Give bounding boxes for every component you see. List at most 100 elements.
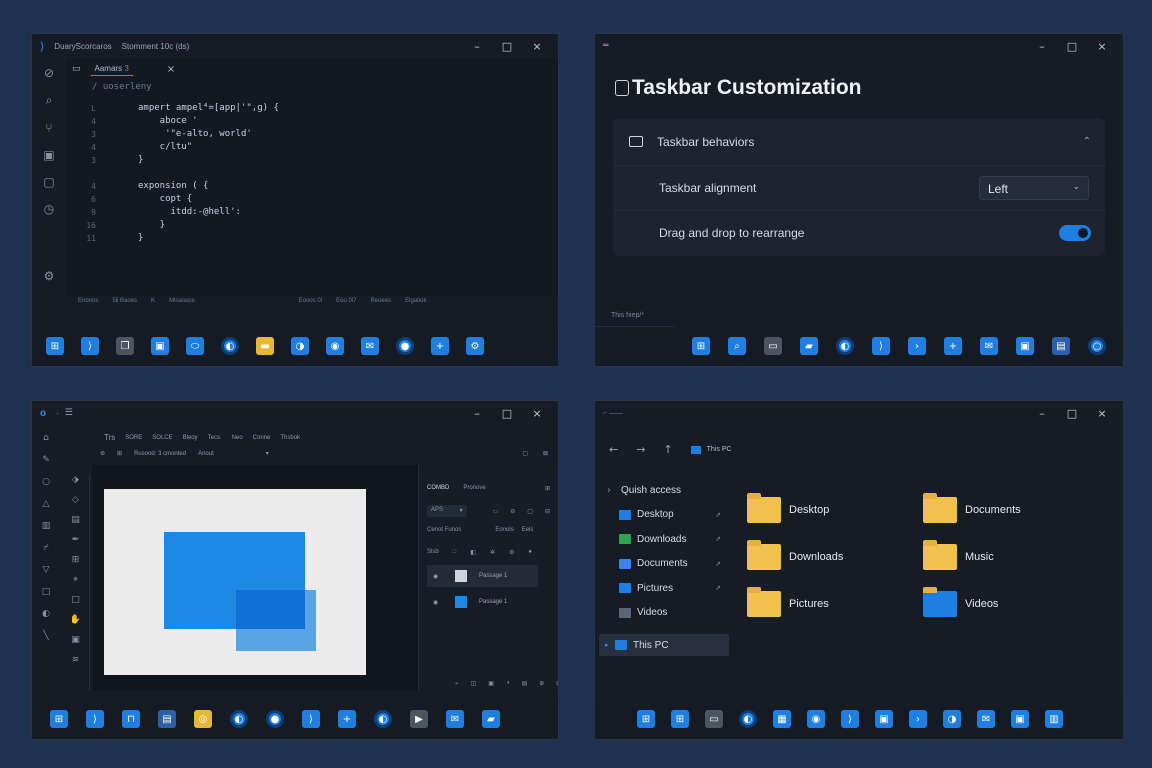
layer-sun-icon[interactable]: ✲ (490, 549, 495, 556)
frame-tool-icon[interactable]: ▤ (71, 515, 80, 525)
up-arrow-icon[interactable]: ↑ (663, 443, 672, 456)
explorer-title-bar[interactable]: ⌐ —— – □ × (595, 401, 1123, 425)
lock-icon[interactable]: ▭ (493, 508, 499, 515)
minimize-icon[interactable]: – (1027, 40, 1057, 53)
explorer-icon[interactable]: ⊘ (44, 66, 54, 80)
expand-arrow-icon[interactable]: ▸ (605, 641, 609, 649)
mail-icon[interactable]: ✉ (977, 710, 995, 728)
design-title-bar[interactable]: o · ☰ – □ × (32, 401, 558, 425)
footer-new-icon[interactable]: ⊕ (539, 680, 544, 687)
status-item[interactable]: Eoo 0l7 (336, 298, 356, 304)
minimize-icon[interactable]: – (462, 407, 492, 420)
store-icon[interactable]: ▣ (151, 337, 169, 355)
hand-tool-icon[interactable]: ✋ (70, 615, 81, 625)
nav-item[interactable]: Downloads ⇗ (603, 528, 727, 550)
select-tool-icon[interactable]: ⬗ (72, 475, 79, 485)
code-title-bar[interactable]: ⟩ DuaryScorcaros Stomment 10c (ds) – □ × (32, 34, 558, 58)
source-control-icon[interactable]: ⑂ (45, 121, 52, 135)
artboard[interactable] (104, 489, 366, 675)
nav-item[interactable]: Desktop ⇗ (603, 504, 727, 526)
minimize-icon[interactable]: – (462, 40, 492, 53)
grid-icon[interactable]: ⊞ (117, 450, 122, 457)
menu-item[interactable]: Trs (104, 433, 115, 442)
address-field[interactable]: This PC (690, 445, 732, 454)
terminal-icon[interactable]: › (909, 710, 927, 728)
monitor-icon[interactable]: ▭ (764, 337, 782, 355)
footer-frame-icon[interactable]: ▣ (488, 680, 494, 687)
maximize-icon[interactable]: □ (1057, 407, 1087, 420)
cortana-icon[interactable]: ○ (1088, 337, 1106, 355)
store-icon[interactable]: ▣ (875, 710, 893, 728)
pin-icon[interactable]: ⇗ (715, 535, 721, 543)
pin-icon[interactable]: ⇗ (715, 511, 721, 519)
alignment-dropdown[interactable]: Left ⌄ (979, 176, 1089, 200)
nav-this-pc[interactable]: ▸ This PC (599, 634, 729, 656)
edge-icon[interactable]: ◐ (230, 710, 248, 728)
layer-square-icon[interactable]: □ (453, 549, 457, 556)
menu-item[interactable]: Bleoy (183, 435, 198, 441)
pen-icon[interactable]: ✎ (42, 455, 50, 465)
pin-icon[interactable]: ⇗ (715, 560, 721, 568)
editor-area[interactable]: ▭ Aamars 3 × / uoserleny Lampert ampel⁴=… (66, 58, 558, 296)
nav-item[interactable]: Pictures ⇗ (603, 577, 727, 599)
vscode-icon[interactable]: ⟩ (81, 337, 99, 355)
minimize-icon[interactable]: – (1027, 407, 1057, 420)
fill-icon[interactable]: ◐ (42, 609, 50, 619)
chart-icon[interactable]: ▥ (42, 521, 51, 531)
forward-arrow-icon[interactable]: → (636, 443, 645, 456)
more-options-icon[interactable]: ⊠ (543, 450, 548, 457)
eye-icon[interactable]: ◉ (433, 599, 438, 606)
mail-icon[interactable]: ✉ (980, 337, 998, 355)
footer-trash-icon[interactable]: ⊟ (556, 680, 558, 687)
search-icon[interactable]: ⌕ (46, 93, 53, 108)
status-item[interactable]: Elgatiok (405, 298, 426, 304)
brush-icon[interactable]: ⌿ (43, 543, 48, 553)
files-icon[interactable]: ▬ (256, 337, 274, 355)
line-icon[interactable]: ╲ (43, 631, 48, 641)
vscode-icon[interactable]: ⟩ (872, 337, 890, 355)
record-icon[interactable]: ● (266, 710, 284, 728)
monitor-icon[interactable]: ▭ (705, 710, 723, 728)
edge-icon[interactable]: ◐ (374, 710, 392, 728)
square-icon[interactable]: □ (42, 587, 51, 597)
folder-icon[interactable]: ▰ (800, 337, 818, 355)
panel-more-icon[interactable]: ⊞ (545, 485, 550, 492)
footer-adjust-icon[interactable]: ◑ (506, 680, 510, 687)
vscode-icon[interactable]: ⟩ (86, 710, 104, 728)
plus-icon[interactable]: + (338, 710, 356, 728)
tab-active[interactable]: Aamars 3 (90, 62, 133, 76)
record-icon[interactable]: ● (396, 337, 414, 355)
comment-tool-icon[interactable]: ≋ (72, 655, 80, 665)
nav-item[interactable]: › Quish access (603, 479, 727, 501)
link-icon[interactable]: ⊖ (510, 508, 515, 515)
eyedropper-icon[interactable]: ⌖ (73, 575, 78, 585)
tab-pronove[interactable]: Pronove (463, 485, 485, 491)
folder-item[interactable]: Videos (923, 587, 998, 617)
folder-item[interactable]: Pictures (747, 587, 829, 617)
options-chevron-icon[interactable]: ▾ (266, 450, 269, 457)
folder-item[interactable]: Documents (923, 493, 1021, 523)
calendar-icon[interactable]: ▦ (773, 710, 791, 728)
devices-icon[interactable]: ▥ (1045, 710, 1063, 728)
status-item[interactable]: Reoees (370, 298, 391, 304)
footer-folder-icon[interactable]: ▤ (522, 680, 528, 687)
bookmark-icon[interactable]: ⊓ (122, 710, 140, 728)
hamburger-icon[interactable]: ☰ (65, 408, 73, 418)
back-arrow-icon[interactable]: ← (609, 443, 618, 456)
menu-item[interactable]: Tecs. (208, 435, 222, 441)
plus-icon[interactable]: + (431, 337, 449, 355)
layer-row[interactable]: ◉ Passage 1 (427, 591, 538, 613)
mail-icon[interactable]: ✉ (446, 710, 464, 728)
search-icon[interactable]: ⌕ (728, 337, 746, 355)
panel-toggle-icon[interactable]: ▢ (522, 450, 528, 457)
mail-icon[interactable]: ✉ (361, 337, 379, 355)
group-icon[interactable]: ⊟ (545, 508, 550, 515)
edge-blue-icon[interactable]: ◑ (943, 710, 961, 728)
move-tool-icon[interactable]: ◇ (72, 495, 79, 505)
folder-icon[interactable]: ▰ (482, 710, 500, 728)
options-icon[interactable]: ⊛ (100, 450, 105, 457)
text-tool-icon[interactable]: ⊞ (72, 555, 80, 565)
settings-icon[interactable]: ⚙ (466, 337, 484, 355)
maximize-icon[interactable]: □ (492, 40, 522, 53)
extensions-icon[interactable]: ▣ (43, 148, 54, 162)
